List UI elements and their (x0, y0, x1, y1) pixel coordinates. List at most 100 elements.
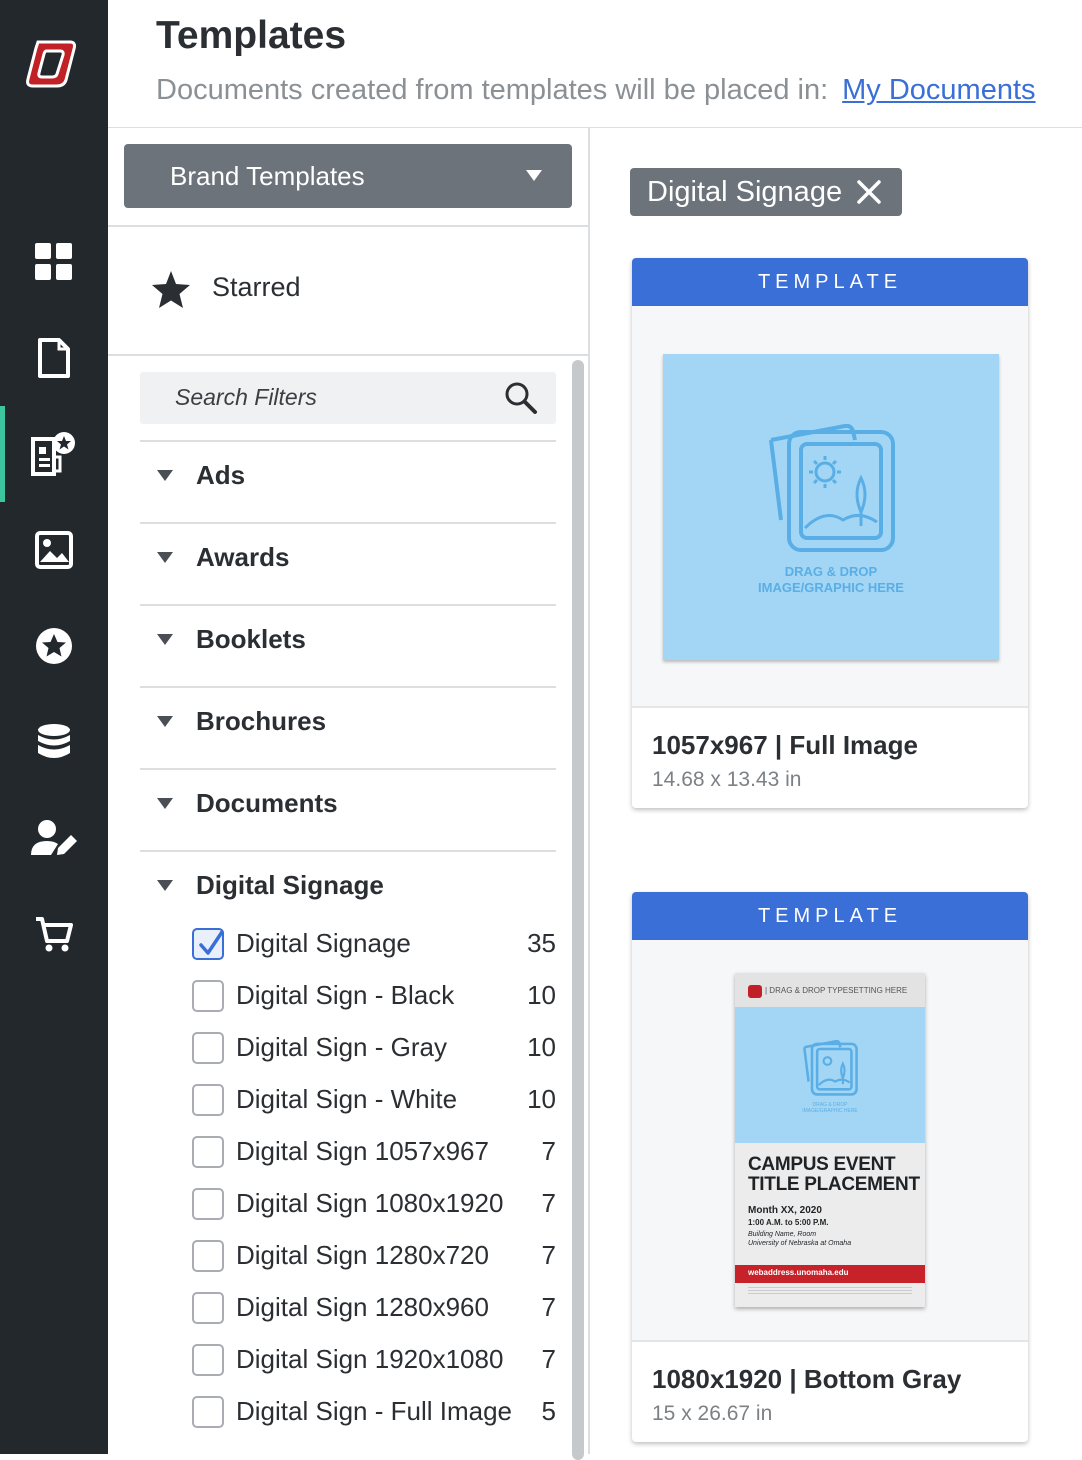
card-dimensions: 15 x 26.67 in (652, 1402, 773, 1425)
app-nav-rail (0, 0, 108, 1454)
option-label: Digital Sign 1080x1920 (236, 1188, 504, 1218)
starred-label: Starred (212, 272, 301, 302)
dashboard-grid-icon (35, 243, 73, 281)
filter-option[interactable]: Digital Sign - Full Image 5 (192, 1394, 556, 1446)
data-nav-item[interactable] (0, 694, 108, 790)
filter-option[interactable]: Digital Sign 1057x967 7 (192, 1134, 556, 1186)
thumb-building: Building Name, Room (748, 1231, 817, 1238)
category-documents[interactable]: Documents (140, 768, 556, 850)
database-icon (36, 723, 72, 761)
star-circle-icon (35, 627, 73, 665)
page-title: Templates (156, 14, 347, 57)
close-icon[interactable] (856, 179, 882, 213)
thumb-header: | DRAG & DROP TYPESETTING HERE (735, 973, 925, 1007)
option-count: 7 (541, 1188, 556, 1218)
checkbox[interactable] (192, 1032, 224, 1064)
favorites-nav-item[interactable] (0, 598, 108, 694)
approvals-nav-item[interactable] (0, 790, 108, 886)
option-count: 10 (527, 980, 556, 1010)
star-icon (150, 270, 192, 315)
dashboard-nav-item[interactable] (0, 214, 108, 310)
filter-option[interactable]: Digital Sign - Gray 10 (192, 1030, 556, 1082)
option-count: 7 (541, 1136, 556, 1166)
checkbox[interactable] (192, 1292, 224, 1324)
template-preview: DRAG & DROP IMAGE/GRAPHIC HERE (632, 306, 1028, 708)
checkbox[interactable] (192, 1188, 224, 1220)
option-label: Digital Sign 1057x967 (236, 1136, 489, 1166)
option-label: Digital Sign 1280x720 (236, 1240, 489, 1270)
thumb-header-text: | DRAG & DROP TYPESETTING HERE (765, 986, 908, 995)
filter-scrollbar[interactable] (572, 360, 584, 1460)
filter-option[interactable]: Digital Sign - White 10 (192, 1082, 556, 1134)
category-brochures[interactable]: Brochures (140, 686, 556, 768)
category-awards[interactable]: Awards (140, 522, 556, 604)
search-placeholder: Search Filters (175, 384, 317, 410)
cart-icon (34, 915, 74, 953)
search-icon[interactable] (504, 381, 538, 420)
checkbox[interactable] (192, 1136, 224, 1168)
images-nav-item[interactable] (0, 502, 108, 598)
category-booklets[interactable]: Booklets (140, 604, 556, 686)
checkbox-checked[interactable] (192, 928, 224, 960)
template-thumbnail: | DRAG & DROP TYPESETTING HERE DRAG & DR… (735, 973, 925, 1307)
templates-starred-doc-icon (30, 431, 78, 477)
template-card[interactable]: TEMPLATE | DRAG & DROP TYPESETTING HERE (632, 892, 1028, 1442)
search-filters-input[interactable]: Search Filters (140, 372, 556, 424)
category-label: Booklets (196, 624, 306, 654)
filter-option[interactable]: Digital Sign 1080x1920 7 (192, 1186, 556, 1238)
thumb-location: Building Name, Room University of Nebras… (748, 1230, 851, 1248)
template-preview: | DRAG & DROP TYPESETTING HERE DRAG & DR… (632, 940, 1028, 1342)
option-label: Digital Sign - White (236, 1084, 458, 1114)
filter-option[interactable]: Digital Sign - Black 10 (192, 978, 556, 1030)
filter-option[interactable]: Digital Sign 1280x960 7 (192, 1290, 556, 1342)
chip-label: Digital Signage (647, 175, 843, 208)
image-placeholder-icon (803, 1039, 858, 1096)
thumb-image-area: DRAG & DROP IMAGE/GRAPHIC HERE (735, 1007, 925, 1143)
document-icon (37, 337, 71, 379)
template-tag: TEMPLATE (632, 258, 1028, 306)
active-filter-chip: Digital Signage (630, 168, 903, 216)
event-title-line: TITLE PLACEMENT (748, 1174, 920, 1195)
option-count: 7 (541, 1292, 556, 1322)
template-thumbnail: DRAG & DROP IMAGE/GRAPHIC HERE (663, 354, 999, 660)
checkbox[interactable] (192, 1344, 224, 1376)
filter-option[interactable]: Digital Sign 1920x1080 7 (192, 1342, 556, 1394)
thumb-web-address: webaddress.unomaha.edu (748, 1268, 849, 1277)
page-subtitle: Documents created from templates will be… (156, 74, 1036, 107)
category-label: Documents (196, 788, 338, 818)
university-o-logo[interactable] (24, 36, 78, 90)
cart-nav-item[interactable] (0, 886, 108, 982)
template-tag: TEMPLATE (632, 892, 1028, 940)
checkbox[interactable] (192, 980, 224, 1012)
collapse-triangle-icon (157, 552, 173, 563)
option-label: Digital Sign - Gray (236, 1032, 447, 1062)
option-count: 35 (527, 928, 556, 958)
category-ads[interactable]: Ads (140, 440, 556, 522)
option-count: 10 (527, 1032, 556, 1062)
divider (108, 354, 588, 356)
thumb-university: University of Nebraska at Omaha (748, 1240, 852, 1247)
filter-option[interactable]: Digital Signage 35 (192, 926, 556, 978)
thumb-fine-print (748, 1287, 912, 1295)
checkbox[interactable] (192, 1084, 224, 1116)
checkbox[interactable] (192, 1240, 224, 1272)
category-label: Awards (196, 542, 290, 572)
thumb-caption: IMAGE/GRAPHIC HERE (758, 580, 904, 595)
template-card[interactable]: TEMPLATE DRAG & DROP IMAGE/GRAPHIC HERE … (632, 258, 1028, 808)
template-source-select[interactable]: Brand Templates (124, 144, 572, 208)
chevron-down-icon (526, 170, 542, 181)
my-documents-link[interactable]: My Documents (842, 74, 1035, 106)
card-info: 1057x967 | Full Image 14.68 x 13.43 in (632, 708, 1028, 808)
documents-nav-item[interactable] (0, 310, 108, 406)
checkbox[interactable] (192, 1396, 224, 1428)
user-edit-icon (31, 819, 77, 857)
filter-panel: Brand Templates Starred Search Filters A… (108, 128, 590, 1460)
starred-filter[interactable]: Starred (108, 227, 588, 355)
page-header: Templates Documents created from templat… (108, 0, 1082, 128)
filter-option[interactable]: Digital Sign 1280x720 7 (192, 1238, 556, 1290)
image-icon (35, 531, 73, 569)
templates-nav-item[interactable] (0, 406, 108, 502)
thumb-date: Month XX, 2020 (748, 1205, 822, 1216)
category-digital-signage[interactable]: Digital Signage (140, 850, 556, 932)
option-count: 7 (541, 1240, 556, 1270)
